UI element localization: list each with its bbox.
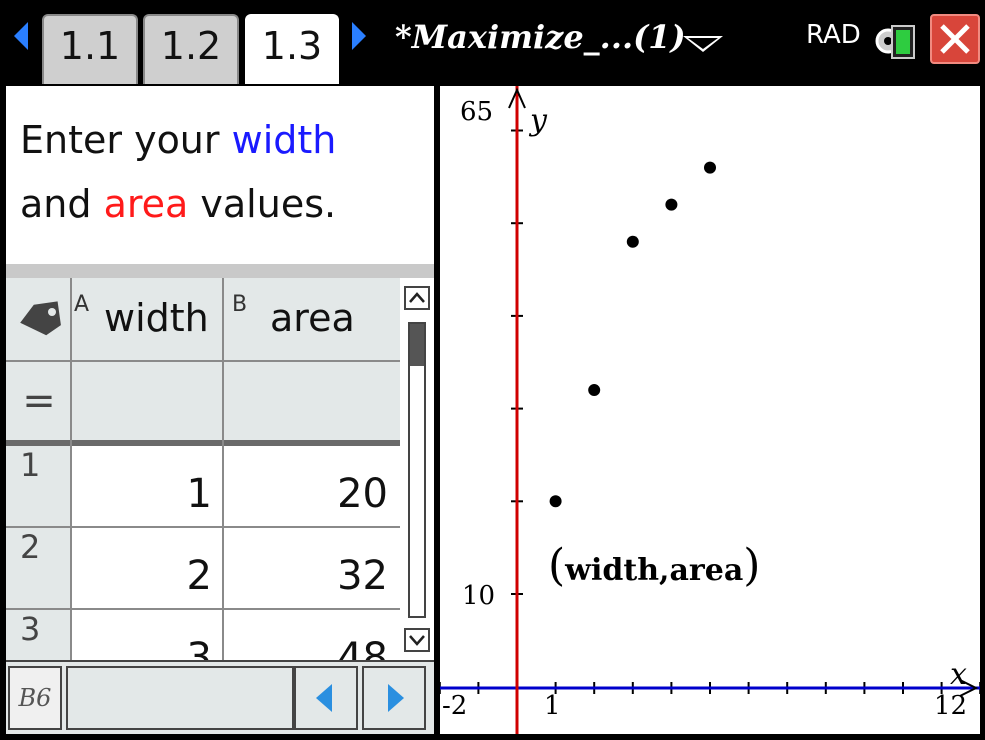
scatter-plot[interactable]: y x 65 10 -2 1 12 (width,area) [440, 86, 980, 734]
arrow-left-icon [316, 684, 332, 712]
data-point[interactable] [626, 235, 639, 248]
spreadsheet: A width B area = 1 1 20 2 2 32 3 3 48 [6, 278, 434, 660]
formula-row-label: = [6, 362, 72, 440]
column-a-letter: A [74, 292, 90, 317]
tab-1-2[interactable]: 1.2 [143, 14, 239, 84]
row-header[interactable]: 2 [6, 528, 72, 610]
column-b-letter: B [232, 292, 248, 317]
instruction-text: Enter your width and area values. [20, 108, 430, 236]
angle-mode-indicator: RAD [806, 20, 861, 50]
table-cell-a1[interactable]: 1 [72, 446, 224, 528]
row-index: 1 [20, 446, 41, 484]
data-point[interactable] [588, 384, 601, 397]
row-index: 3 [20, 610, 41, 648]
previous-button[interactable] [294, 666, 358, 730]
scroll-up-button[interactable] [404, 286, 430, 310]
table-cell-b3[interactable]: 48 [224, 610, 400, 660]
cell-entry-bar: B6 [6, 660, 434, 734]
formula-cell-a[interactable] [72, 362, 224, 440]
tab-scroll-left-icon[interactable] [14, 22, 28, 50]
document-title[interactable]: *Maximize_...(1) [395, 18, 686, 56]
cell-entry-input[interactable] [66, 666, 294, 730]
data-point[interactable] [665, 198, 678, 211]
cell-reference: B6 [8, 666, 62, 730]
scroll-track[interactable] [408, 322, 426, 618]
table-cell-a2[interactable]: 2 [72, 528, 224, 610]
graph-panel[interactable]: y x 65 10 -2 1 12 (width,area) [440, 86, 980, 734]
table-cell-a3[interactable]: 3 [72, 610, 224, 660]
instruction-line1-prefix: Enter your [20, 118, 232, 162]
table-cell-b1[interactable]: 20 [224, 446, 400, 528]
tab-scroll-right-icon[interactable] [352, 22, 366, 50]
x-min-label: -2 [442, 691, 467, 721]
panel-divider[interactable] [6, 264, 434, 278]
tab-1-3[interactable]: 1.3 [245, 14, 339, 84]
top-bar: 1.1 1.2 1.3 *Maximize_...(1) RAD [0, 0, 985, 84]
chevron-down-icon [409, 635, 425, 646]
x-1-label: 1 [544, 691, 561, 721]
column-tag-header[interactable] [6, 278, 72, 360]
scroll-down-button[interactable] [404, 628, 430, 652]
next-button[interactable] [362, 666, 426, 730]
formula-cell-b[interactable] [224, 362, 400, 440]
row-index: 2 [20, 528, 41, 566]
close-icon [940, 24, 970, 54]
chevron-up-icon [409, 292, 425, 303]
instruction-width-word: width [231, 118, 337, 162]
close-button[interactable] [930, 14, 980, 64]
row-header[interactable]: 1 [6, 446, 72, 528]
y-mid-label: 10 [462, 581, 495, 611]
instruction-line2-suffix: values. [188, 182, 337, 226]
column-a-header[interactable]: A width [72, 278, 224, 360]
y-max-label: 65 [460, 97, 493, 127]
battery-settings-icon[interactable] [874, 22, 916, 60]
x-max-label: 12 [934, 691, 967, 721]
column-b-name: area [270, 296, 355, 340]
plot-label[interactable]: (width,area) [548, 540, 760, 591]
data-point[interactable] [549, 495, 562, 508]
instruction-line2-prefix: and [20, 182, 104, 226]
tab-1-1[interactable]: 1.1 [42, 14, 138, 84]
arrow-right-icon [388, 684, 404, 712]
y-axis-label: y [528, 103, 548, 138]
column-a-name: width [104, 296, 209, 340]
plot-label-close-paren: ) [743, 540, 760, 591]
plot-label-text: width,area [564, 553, 743, 588]
scroll-thumb[interactable] [410, 324, 424, 366]
data-point[interactable] [704, 161, 716, 174]
data-points [549, 161, 716, 508]
instruction-area-word: area [103, 182, 189, 226]
column-b-header[interactable]: B area [224, 278, 400, 360]
table-cell-b2[interactable]: 32 [224, 528, 400, 610]
row-header[interactable]: 3 [6, 610, 72, 660]
tag-icon [20, 301, 61, 336]
plot-label-open-paren: ( [548, 540, 565, 591]
document-menu-chevron-icon[interactable] [683, 36, 723, 52]
x-axis-label: x [950, 657, 967, 692]
spreadsheet-scrollbar[interactable] [400, 278, 430, 660]
notes-panel: Enter your width and area values. [6, 86, 434, 264]
